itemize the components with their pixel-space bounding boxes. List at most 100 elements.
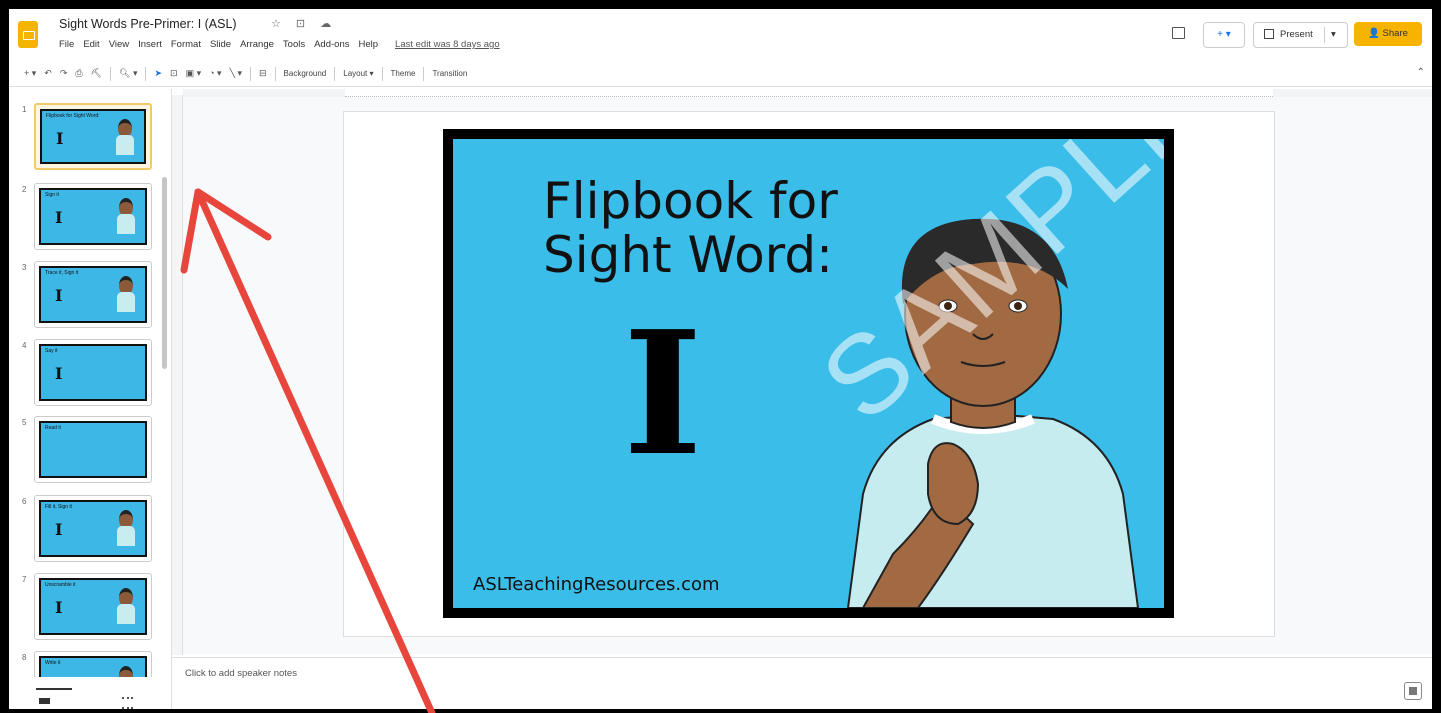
heading-line-2: Sight Word: — [543, 226, 833, 284]
share-button[interactable]: 👤 Share — [1354, 22, 1422, 46]
vertical-ruler — [172, 95, 183, 655]
meet-button[interactable]: + ▾ — [1203, 22, 1245, 48]
thumbnail-caption: Say it — [45, 348, 58, 354]
collapse-toolbar-icon[interactable]: ⌃ — [1417, 67, 1425, 78]
speaker-notes[interactable]: Click to add speaker notes — [172, 657, 1432, 709]
thumbnail-caption: Trace it, Sign it — [45, 270, 79, 276]
heading-line-1: Flipbook for — [543, 172, 838, 230]
horizontal-ruler — [183, 89, 1432, 97]
undo-icon[interactable]: ↶ — [44, 68, 52, 79]
view-switcher — [9, 677, 171, 709]
slide-number: 6 — [22, 497, 27, 506]
thumbnail-image: Say it I — [39, 344, 147, 401]
filmstrip-scrollbar[interactable] — [162, 177, 167, 369]
filmstrip-view-icon[interactable] — [36, 688, 72, 704]
slides-logo-icon[interactable] — [18, 21, 38, 48]
slide-heading: Flipbook for Sight Word: — [543, 174, 838, 282]
present-divider — [1324, 27, 1325, 43]
thumbnail-body — [117, 292, 135, 312]
layout-label: Layout — [343, 69, 368, 78]
thumbnail-caption: Flipbook for Sight Word: — [46, 113, 100, 119]
redo-icon[interactable]: ↷ — [60, 68, 68, 79]
paint-format-icon[interactable]: ⛏ — [91, 68, 102, 79]
speaker-notes-placeholder[interactable]: Click to add speaker notes — [185, 668, 297, 679]
slide-thumbnail[interactable]: Say it I — [34, 339, 152, 406]
slide-number: 4 — [22, 341, 27, 350]
toolbar-divider — [381, 66, 383, 81]
add-icon[interactable]: + ▾ — [24, 68, 36, 79]
site-credit: ASLTeachingResources.com — [473, 574, 720, 595]
menu-arrange[interactable]: Arrange — [240, 39, 274, 50]
slide-number: 1 — [22, 105, 27, 114]
document-title[interactable]: Sight Words Pre-Primer: I (ASL) — [59, 17, 237, 31]
thumbnail-word: I — [55, 286, 63, 305]
comment-history-icon[interactable] — [1172, 27, 1185, 39]
sight-word: I — [623, 294, 703, 494]
present-dropdown-icon[interactable]: ▾ — [1331, 23, 1336, 47]
share-label: Share — [1382, 28, 1408, 39]
last-edit-link[interactable]: Last edit was 8 days ago — [395, 39, 500, 50]
thumbnail-word: I — [55, 520, 63, 539]
comment-icon[interactable]: ⊟ — [259, 68, 267, 79]
textbox-icon[interactable]: ⊡ — [170, 68, 178, 79]
grid-view-icon[interactable] — [122, 697, 133, 709]
thumbnail-word: I — [55, 364, 63, 383]
select-icon[interactable]: ➤ — [154, 68, 162, 79]
slide-thumbnail[interactable]: Unscramble it I — [34, 573, 152, 640]
slide-image: Flipbook for Sight Word: I ASLTeachingRe… — [453, 139, 1164, 608]
background-button[interactable]: Background — [284, 69, 327, 78]
menu-insert[interactable]: Insert — [138, 39, 162, 50]
present-label: Present — [1280, 29, 1313, 40]
slide-thumbnail[interactable]: Sign it I — [34, 183, 152, 250]
ruler-page-area — [345, 89, 1273, 97]
thumbnail-body — [116, 135, 134, 155]
menu-edit[interactable]: Edit — [83, 39, 99, 50]
toolbar-divider — [334, 66, 336, 81]
thumbnail-boy-icon — [117, 588, 135, 626]
thumbnail-caption: Unscramble it — [45, 582, 76, 588]
image-icon[interactable]: ▣ ▾ — [186, 68, 202, 79]
thumbnail-word: I — [55, 598, 63, 617]
thumbnail-caption: Sign it — [45, 192, 59, 198]
menu-file[interactable]: File — [59, 39, 74, 50]
current-slide[interactable]: Flipbook for Sight Word: I ASLTeachingRe… — [344, 112, 1274, 636]
thumbnail-image: Fill it, Sign it I — [39, 500, 147, 557]
menu-view[interactable]: View — [109, 39, 129, 50]
menu-addons[interactable]: Add-ons — [314, 39, 349, 50]
menu-format[interactable]: Format — [171, 39, 201, 50]
slide-thumbnail[interactable]: Flipbook for Sight Word: I — [34, 103, 152, 170]
slide-number: 7 — [22, 575, 27, 584]
app-header: Sight Words Pre-Primer: I (ASL) ☆ ⊡ ☁ Fi… — [9, 9, 1432, 61]
slide-thumbnail[interactable]: Fill it, Sign it I — [34, 495, 152, 562]
thumbnail-word: I — [55, 208, 63, 227]
slide-number: 3 — [22, 263, 27, 272]
layout-button[interactable]: Layout ▾ — [343, 69, 373, 78]
transition-button[interactable]: Transition — [432, 69, 467, 78]
line-icon[interactable]: ╲ ▾ — [230, 68, 242, 79]
thumbnail-image: Sign it I — [39, 188, 147, 245]
menu-slide[interactable]: Slide — [210, 39, 231, 50]
slide-image-frame[interactable]: Flipbook for Sight Word: I ASLTeachingRe… — [443, 129, 1174, 618]
print-icon[interactable]: ⎙ — [75, 68, 82, 79]
zoom-icon[interactable]: 🔍︎ ▾ — [119, 68, 137, 79]
slide-number: 8 — [22, 653, 27, 662]
thumbnail-body — [117, 526, 135, 546]
shape-icon[interactable]: ◔ ▾ — [209, 68, 221, 79]
slide-thumbnail[interactable]: Read it — [34, 416, 152, 483]
toolbar: + ▾ ↶ ↷ ⎙ ⛏ 🔍︎ ▾ ➤ ⊡ ▣ ▾ ◔ ▾ ╲ ▾ ⊟ Backg… — [9, 61, 1432, 87]
menu-tools[interactable]: Tools — [283, 39, 305, 50]
slide-number: 5 — [22, 418, 27, 427]
slide-number: 2 — [22, 185, 27, 194]
thumbnail-boy-icon — [116, 119, 134, 157]
slide-filmstrip[interactable]: 1 Flipbook for Sight Word: I 2 Sign it I 3 Trac… — [9, 89, 172, 709]
app-window: Sight Words Pre-Primer: I (ASL) ☆ ⊡ ☁ Fi… — [9, 9, 1432, 709]
menu-help[interactable]: Help — [358, 39, 378, 50]
toolbar-divider — [423, 66, 425, 81]
theme-button[interactable]: Theme — [391, 69, 416, 78]
thumbnail-body — [117, 604, 135, 624]
explore-icon[interactable] — [1404, 682, 1422, 700]
present-button[interactable]: Present ▾ — [1253, 22, 1348, 48]
slide-thumbnail[interactable]: Trace it, Sign it I — [34, 261, 152, 328]
thumbnail-image: Unscramble it I — [39, 578, 147, 635]
star-folder-cloud-icons[interactable]: ☆ ⊡ ☁ — [271, 17, 337, 30]
